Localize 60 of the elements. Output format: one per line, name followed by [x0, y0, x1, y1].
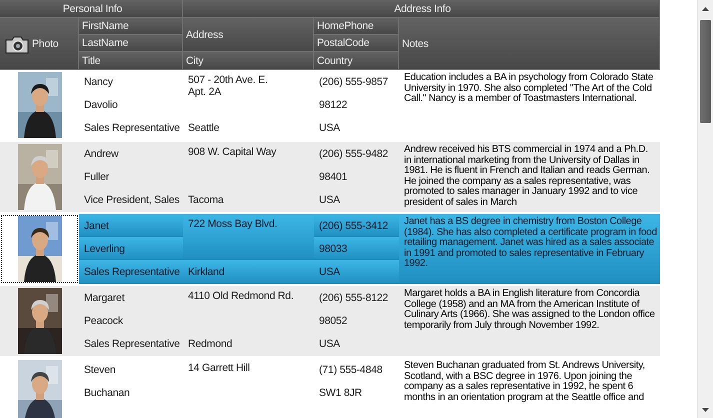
table-row[interactable] [0, 286, 660, 358]
column-header[interactable]: Address [183, 18, 314, 52]
table-cell: Sales Representative [84, 266, 180, 278]
table-cell: 722 Moss Bay Blvd. [188, 218, 278, 230]
table-cell: Janet [84, 220, 109, 232]
table-cell: (206) 555-3412 [319, 220, 388, 232]
column-group-header[interactable]: Personal Info [0, 0, 183, 18]
table-cell: 507 - 20th Ave. E. Apt. 2A [188, 74, 268, 98]
notes-text: Margaret holds a BA in English literature from Concordia College (1958) and an MA from the American Institute of Culinary Arts (1966). She was assigned to the London office temporarily from July through November 1992. [404, 288, 655, 330]
column-header[interactable]: LastName [79, 35, 183, 52]
table-cell: SW1 8JR [319, 386, 362, 398]
table-cell: USA [319, 266, 340, 278]
table-cell: 908 W. Capital Way [188, 146, 276, 158]
table-cell: 4110 Old Redmond Rd. [188, 290, 294, 302]
column-header[interactable]: Notes [399, 18, 660, 70]
table-cell: Seattle [188, 122, 220, 134]
table-cell: USA [319, 194, 340, 206]
table-cell: Davolio [84, 98, 118, 110]
table-cell: (71) 555-4848 [319, 364, 382, 376]
table-cell: Margaret [84, 292, 124, 304]
table-cell: 14 Garrett Hill [188, 362, 250, 374]
table-cell: Fuller [84, 170, 110, 182]
column-header[interactable]: HomePhone [314, 18, 399, 35]
column-header[interactable]: Country [314, 52, 399, 70]
notes-text: Andrew received his BTS commercial in 1974 and a Ph.D. in international marketing from the University of Dallas in 1981. He is fluent in French and Italian and reads German. He joined the company as a sales representative, was promoted to sales manager in January 1992 and to vice president of sales in March [404, 144, 650, 208]
table-cell: Andrew [84, 148, 118, 160]
table-cell: USA [319, 122, 340, 134]
scroll-down-icon[interactable] [702, 408, 709, 412]
table-cell: Vice President, Sales [84, 194, 180, 206]
table-cell: USA [319, 338, 340, 350]
column-header[interactable]: PostalCode [314, 35, 399, 52]
table-cell: (206) 555-8122 [319, 292, 388, 304]
table-cell: 98033 [319, 242, 348, 254]
table-cell: Kirkland [188, 266, 224, 278]
column-header[interactable]: Title [79, 52, 183, 70]
table-cell: 98122 [319, 98, 348, 110]
scrollbar-thumb[interactable] [700, 20, 711, 123]
table-cell: (206) 555-9482 [319, 148, 388, 160]
notes-text: Education includes a BA in psychology from Colorado State University in 1970. She also completed "The Art of the Cold Call." Nancy is a member of Toastmasters International. [404, 72, 654, 104]
column-header[interactable]: City [183, 52, 314, 70]
notes-text: Janet has a BS degree in chemistry from Boston College (1984). She has also completed a certificate program in food retailing management. Janet was hired as a sales associate in 1991 and promoted to sales representative in February 1992. [404, 216, 657, 269]
table-cell: Peacock [84, 314, 123, 326]
table-cell: 98052 [319, 314, 348, 326]
table-cell: Redmond [188, 338, 232, 350]
table-cell: Leverling [84, 242, 125, 254]
column-header[interactable]: FirstName [79, 18, 183, 35]
table-cell: Tacoma [188, 194, 224, 206]
scroll-up-icon[interactable] [702, 6, 709, 10]
table-cell: 98401 [319, 170, 348, 182]
notes-text: Steven Buchanan graduated from St. Andrews University, Scotland, with a BSC degree in 1976. Upon joining the company as a sales representative in 1992, he spent 6 months in an orientation program at the Seattle office and [404, 360, 645, 402]
table-row[interactable] [0, 142, 660, 214]
column-group-header[interactable]: Address Info [183, 0, 660, 18]
column-header[interactable]: Photo [0, 18, 79, 70]
table-cell: Sales Representative [84, 122, 180, 134]
table-row[interactable] [0, 214, 660, 286]
table-cell: Steven [84, 364, 116, 376]
table-cell: Sales Representative [84, 338, 180, 350]
table-cell: Buchanan [84, 386, 130, 398]
table-cell: Nancy [84, 76, 113, 88]
table-cell: (206) 555-9857 [319, 76, 388, 88]
